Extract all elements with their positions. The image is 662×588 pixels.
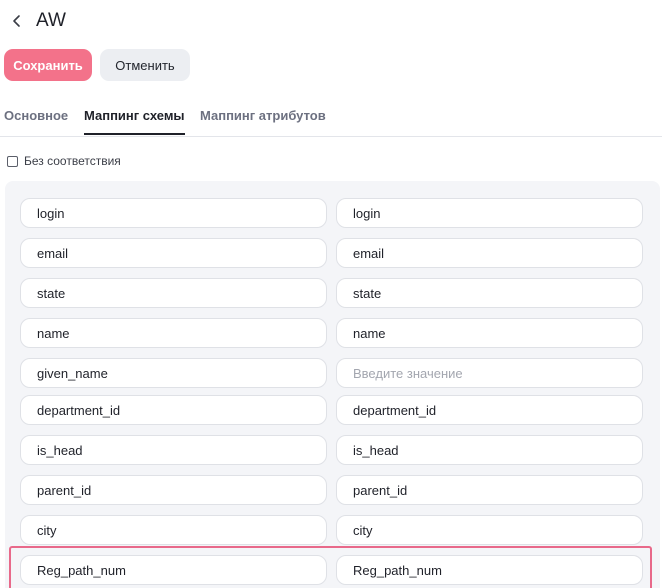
target-field[interactable]: Введите значение	[336, 358, 643, 388]
source-field[interactable]: city	[20, 515, 327, 545]
target-field[interactable]: is_head	[336, 435, 643, 465]
target-field[interactable]: state	[336, 278, 643, 308]
tab-bar: Основное Маппинг схемы Маппинг атрибутов	[0, 100, 662, 137]
source-field[interactable]: parent_id	[20, 475, 327, 505]
target-field[interactable]: Reg_path_num	[336, 555, 643, 585]
no-match-checkbox[interactable]	[7, 155, 18, 167]
no-match-label: Без соответствия	[24, 154, 121, 168]
source-field[interactable]: department_id	[20, 395, 327, 425]
source-field[interactable]: given_name	[20, 358, 327, 388]
save-button[interactable]: Сохранить	[4, 49, 92, 81]
tab-general[interactable]: Основное	[4, 108, 68, 133]
tab-schema-mapping[interactable]: Маппинг схемы	[84, 108, 185, 135]
source-field[interactable]: name	[20, 318, 327, 348]
target-field[interactable]: city	[336, 515, 643, 545]
target-field[interactable]: login	[336, 198, 643, 228]
source-field[interactable]: is_head	[20, 435, 327, 465]
source-field[interactable]: login	[20, 198, 327, 228]
target-field[interactable]: parent_id	[336, 475, 643, 505]
source-field[interactable]: state	[20, 278, 327, 308]
target-field[interactable]: email	[336, 238, 643, 268]
back-chevron-icon[interactable]	[6, 10, 28, 32]
target-field[interactable]: name	[336, 318, 643, 348]
tab-attribute-mapping[interactable]: Маппинг атрибутов	[200, 108, 326, 133]
target-field[interactable]: department_id	[336, 395, 643, 425]
no-match-option: Без соответствия	[7, 154, 121, 168]
source-field[interactable]: email	[20, 238, 327, 268]
source-field[interactable]: Reg_path_num	[20, 555, 327, 585]
page-header: AW	[0, 0, 662, 44]
page-title: AW	[36, 10, 66, 31]
cancel-button[interactable]: Отменить	[100, 49, 190, 81]
